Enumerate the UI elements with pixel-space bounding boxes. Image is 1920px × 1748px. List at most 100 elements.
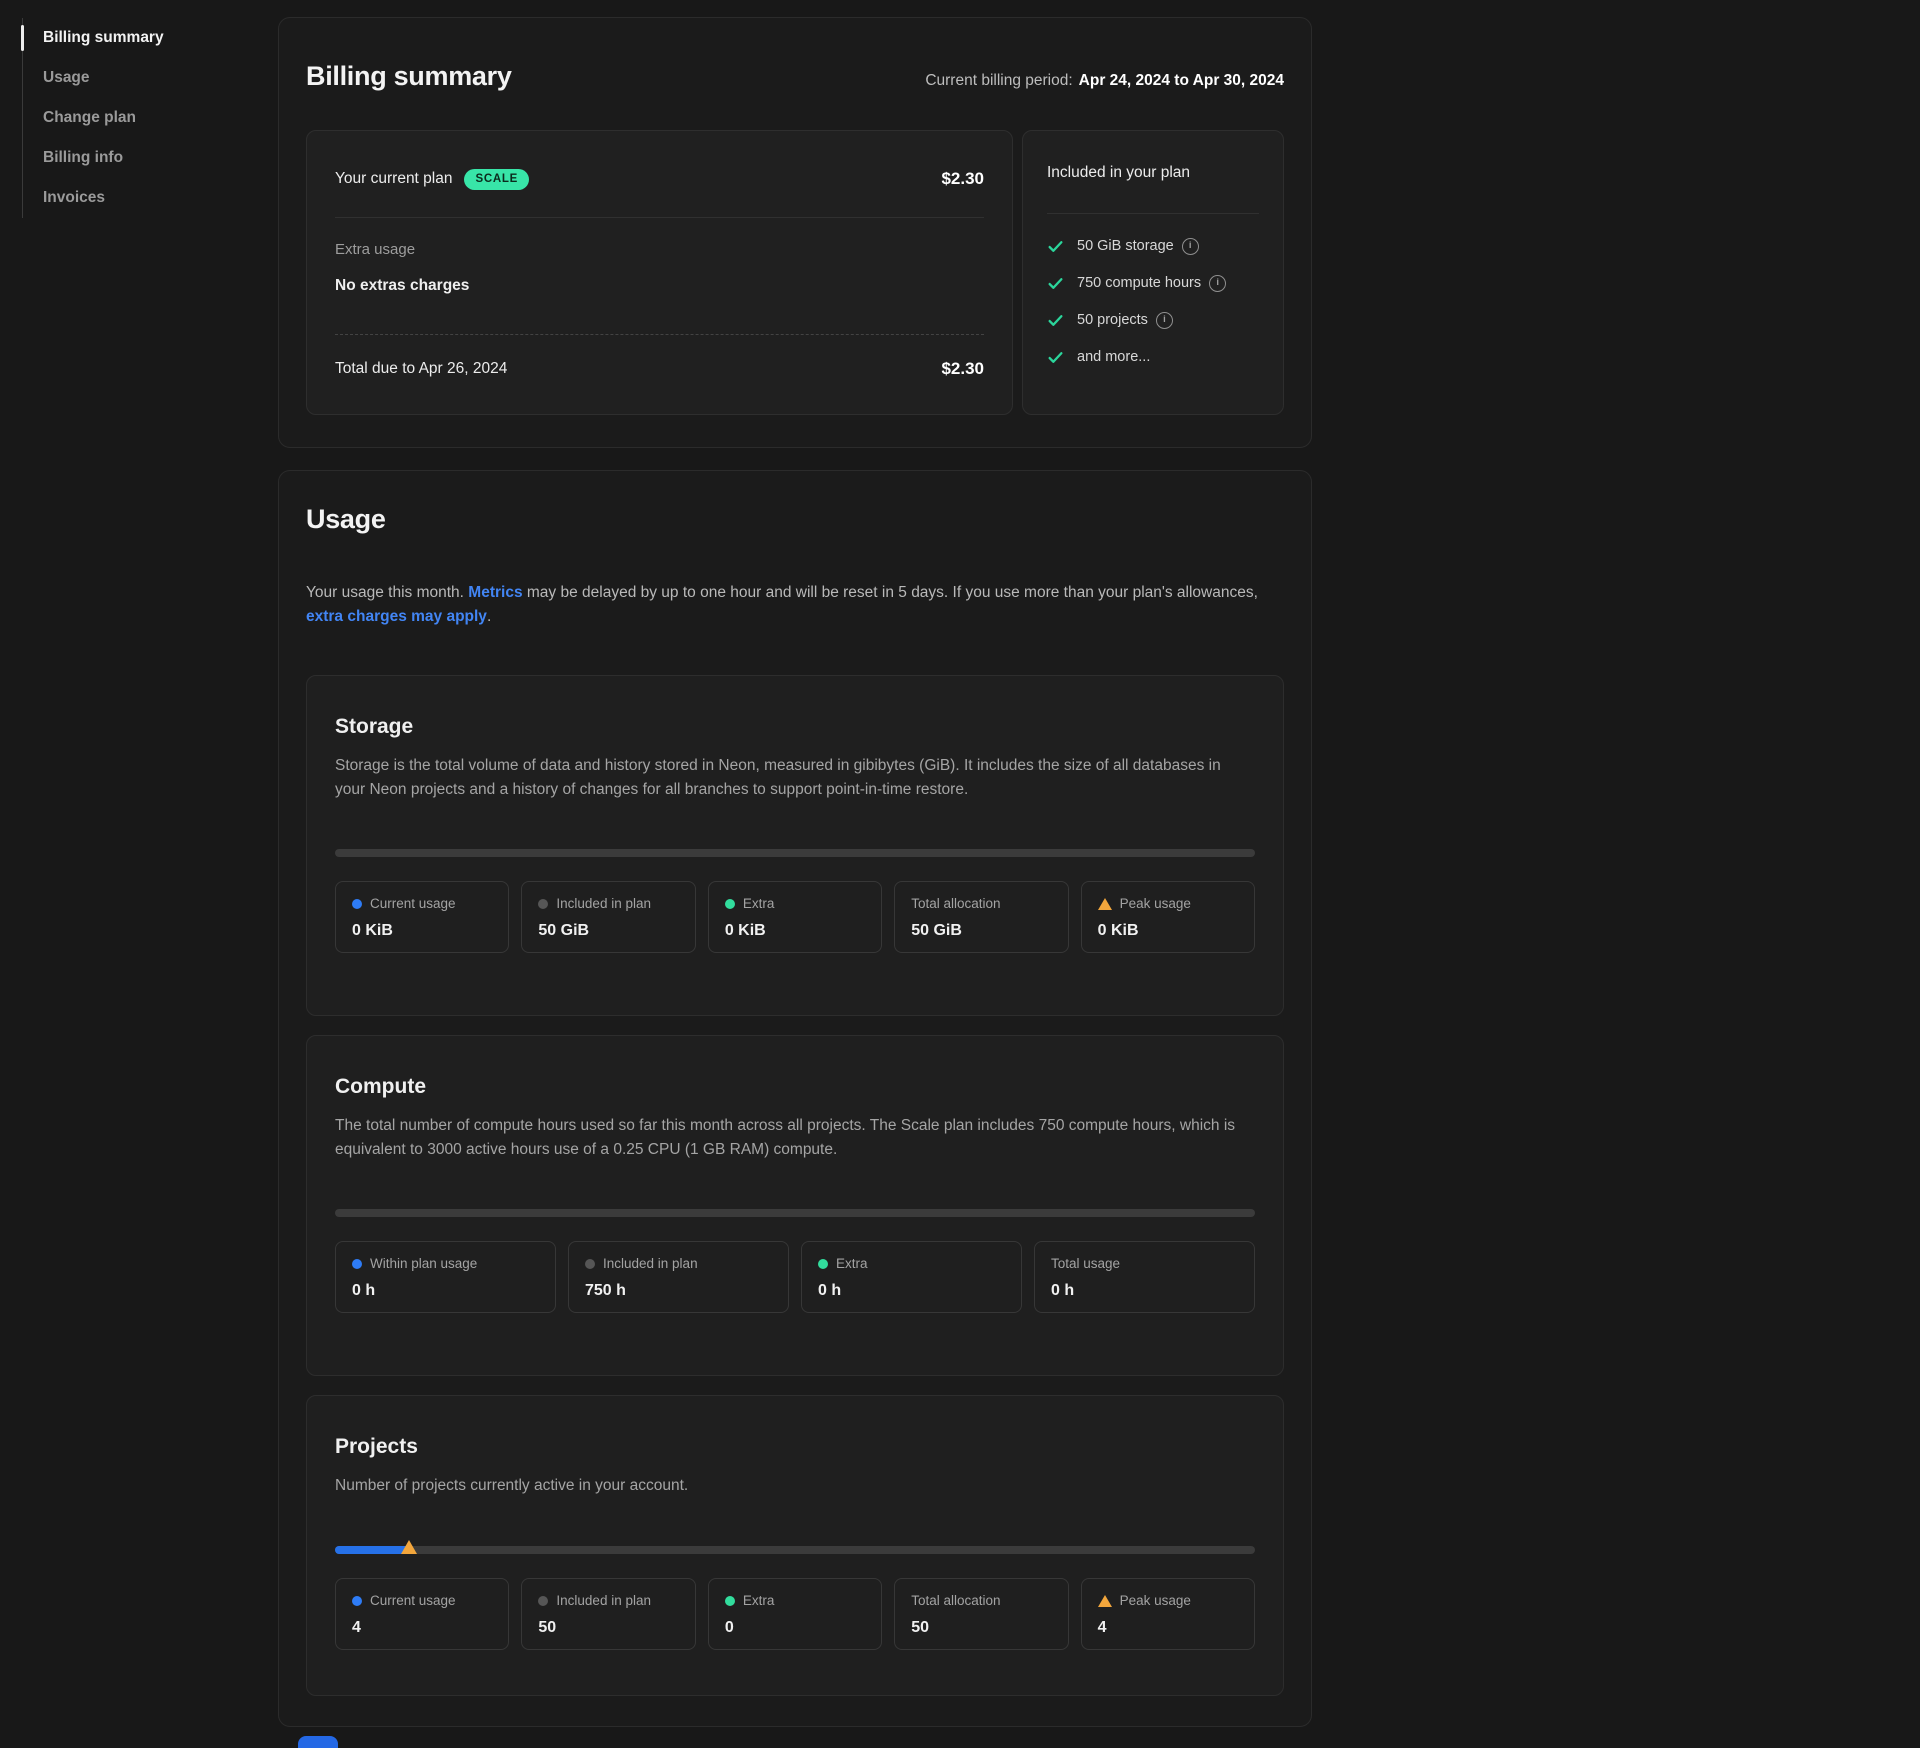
stat-tile-current-usage: Current usage 4 xyxy=(335,1578,509,1650)
stat-tile-extra: Extra 0 xyxy=(708,1578,882,1650)
check-icon xyxy=(1047,312,1064,329)
stat-label: Total allocation xyxy=(911,895,1000,913)
stat-value: 0 h xyxy=(1051,1281,1238,1301)
projects-progress-bar xyxy=(335,1546,1255,1554)
storage-section: Storage Storage is the total volume of d… xyxy=(306,675,1284,1016)
compute-section-description: The total number of compute hours used s… xyxy=(335,1114,1255,1161)
divider xyxy=(1047,213,1259,214)
stat-label: Included in plan xyxy=(603,1255,698,1273)
included-item-label: 50 projects xyxy=(1077,310,1148,330)
stat-label: Included in plan xyxy=(556,895,651,913)
stat-value: 50 xyxy=(911,1618,1051,1638)
total-due-label: Total due to Apr 26, 2024 xyxy=(335,360,507,378)
projects-section: Projects Number of projects currently ac… xyxy=(306,1395,1284,1696)
stat-tile-included-in-plan: Included in plan 50 GiB xyxy=(521,881,695,953)
billing-page: Billing summary Usage Change plan Billin… xyxy=(0,0,1920,1748)
sidebar-item-billing-summary[interactable]: Billing summary xyxy=(23,18,253,58)
sidebar-item-change-plan[interactable]: Change plan xyxy=(23,98,253,138)
plan-badge: SCALE xyxy=(464,169,528,190)
storage-section-description: Storage is the total volume of data and … xyxy=(335,754,1255,801)
stat-label: Current usage xyxy=(370,1592,456,1610)
check-icon xyxy=(1047,275,1064,292)
info-icon[interactable]: i xyxy=(1156,312,1173,329)
extra-usage-value: No extras charges xyxy=(335,276,984,296)
blue-dot-indicator xyxy=(352,899,362,909)
included-item: 750 compute hours i xyxy=(1047,273,1259,293)
sidebar-item-billing-info[interactable]: Billing info xyxy=(23,138,253,178)
projects-stats: Current usage 4 Included in plan 50 Extr… xyxy=(335,1578,1255,1650)
sidebar-item-invoices[interactable]: Invoices xyxy=(23,178,253,218)
stat-value: 4 xyxy=(352,1618,492,1638)
stat-value: 750 h xyxy=(585,1281,772,1301)
info-icon[interactable]: i xyxy=(1209,275,1226,292)
orange-triangle-indicator xyxy=(1098,1595,1112,1607)
usage-card: Usage Your usage this month. Metrics may… xyxy=(278,470,1312,1727)
stat-label: Peak usage xyxy=(1120,1592,1191,1610)
included-item: 50 GiB storage i xyxy=(1047,236,1259,256)
stat-value: 0 KiB xyxy=(352,921,492,941)
extra-charges-link[interactable]: extra charges may apply xyxy=(306,608,487,625)
stat-value: 0 xyxy=(725,1618,865,1638)
info-icon[interactable]: i xyxy=(1182,238,1199,255)
stat-value: 0 h xyxy=(818,1281,1005,1301)
divider xyxy=(335,217,984,218)
storage-stats: Current usage 0 KiB Included in plan 50 … xyxy=(335,881,1255,953)
stat-label: Total usage xyxy=(1051,1255,1120,1273)
stat-value: 50 xyxy=(538,1618,678,1638)
usage-desc-text: may be delayed by up to one hour and wil… xyxy=(527,584,1258,601)
included-item-label: 750 compute hours xyxy=(1077,273,1201,293)
stat-tile-total-allocation: Total allocation 50 xyxy=(894,1578,1068,1650)
stat-value: 50 GiB xyxy=(538,921,678,941)
stat-tile-extra: Extra 0 KiB xyxy=(708,881,882,953)
green-dot-indicator xyxy=(725,1596,735,1606)
stat-label: Within plan usage xyxy=(370,1255,477,1273)
stat-tile-included-in-plan: Included in plan 50 xyxy=(521,1578,695,1650)
blue-dot-indicator xyxy=(352,1259,362,1269)
stat-tile-peak-usage: Peak usage 0 KiB xyxy=(1081,881,1255,953)
stat-value: 0 h xyxy=(352,1281,539,1301)
current-plan-label: Your current plan xyxy=(335,167,452,191)
check-icon xyxy=(1047,238,1064,255)
usage-title: Usage xyxy=(306,501,1284,537)
plan-amount: $2.30 xyxy=(941,169,984,189)
bottom-edge-widget[interactable] xyxy=(298,1736,338,1748)
included-item: 50 projects i xyxy=(1047,310,1259,330)
included-item-label: and more... xyxy=(1077,347,1150,367)
usage-desc-text: . xyxy=(487,608,491,625)
stat-label: Peak usage xyxy=(1120,895,1191,913)
usage-desc-text: Your usage this month. xyxy=(306,584,464,601)
dashed-divider xyxy=(335,334,984,335)
stat-value: 0 KiB xyxy=(725,921,865,941)
stat-tile-peak-usage: Peak usage 4 xyxy=(1081,1578,1255,1650)
stat-tile-total-usage: Total usage 0 h xyxy=(1034,1241,1255,1313)
extra-usage-label: Extra usage xyxy=(335,240,984,260)
stat-value: 0 KiB xyxy=(1098,921,1238,941)
sidebar-item-usage[interactable]: Usage xyxy=(23,58,253,98)
projects-section-description: Number of projects currently active in y… xyxy=(335,1474,1255,1498)
check-icon xyxy=(1047,349,1064,366)
storage-section-title: Storage xyxy=(335,714,1255,740)
stat-label: Total allocation xyxy=(911,1592,1000,1610)
storage-progress-bar xyxy=(335,849,1255,857)
compute-section-title: Compute xyxy=(335,1074,1255,1100)
compute-stats: Within plan usage 0 h Included in plan 7… xyxy=(335,1241,1255,1313)
stat-label: Included in plan xyxy=(556,1592,651,1610)
current-plan-card: Your current plan SCALE $2.30 Extra usag… xyxy=(306,130,1013,415)
stat-tile-within-plan-usage: Within plan usage 0 h xyxy=(335,1241,556,1313)
metrics-link[interactable]: Metrics xyxy=(468,584,522,601)
gray-dot-indicator xyxy=(585,1259,595,1269)
stat-label: Extra xyxy=(743,895,775,913)
blue-dot-indicator xyxy=(352,1596,362,1606)
billing-summary-card: Billing summary Current billing period:A… xyxy=(278,17,1312,448)
gray-dot-indicator xyxy=(538,899,548,909)
included-list: 50 GiB storage i 750 compute hours i 50 … xyxy=(1047,236,1259,367)
stat-tile-extra: Extra 0 h xyxy=(801,1241,1022,1313)
stat-label: Current usage xyxy=(370,895,456,913)
billing-period-label: Current billing period: xyxy=(925,72,1072,89)
projects-section-title: Projects xyxy=(335,1434,1255,1460)
compute-progress-bar xyxy=(335,1209,1255,1217)
included-in-plan-card: Included in your plan 50 GiB storage i 7… xyxy=(1022,130,1284,415)
stat-label: Extra xyxy=(836,1255,868,1273)
stat-tile-current-usage: Current usage 0 KiB xyxy=(335,881,509,953)
included-item: and more... xyxy=(1047,347,1259,367)
